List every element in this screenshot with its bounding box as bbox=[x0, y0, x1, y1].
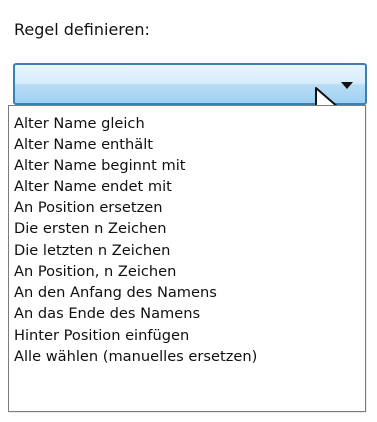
rule-option[interactable]: An Position ersetzen bbox=[9, 198, 365, 218]
rule-option[interactable]: Alter Name endet mit bbox=[9, 177, 365, 197]
rule-options-list: Alter Name gleich Alter Name enthält Alt… bbox=[8, 105, 366, 412]
chevron-down-icon[interactable] bbox=[341, 82, 353, 89]
rule-option[interactable]: Alter Name gleich bbox=[9, 114, 365, 134]
rule-option[interactable]: An den Anfang des Namens bbox=[9, 283, 365, 303]
rule-option[interactable]: Hinter Position einfügen bbox=[9, 326, 365, 346]
rule-select[interactable] bbox=[13, 63, 367, 105]
rule-option[interactable]: Die letzten n Zeichen bbox=[9, 241, 365, 261]
rule-option[interactable]: An das Ende des Namens bbox=[9, 304, 365, 324]
rule-option[interactable]: Die ersten n Zeichen bbox=[9, 219, 365, 239]
rule-definition-panel: Regel definieren: Alter Name gleich Alte… bbox=[0, 0, 377, 422]
rule-option[interactable]: An Position, n Zeichen bbox=[9, 262, 365, 282]
rule-option[interactable]: Alle wählen (manuelles ersetzen) bbox=[9, 347, 365, 367]
rule-option[interactable]: Alter Name enthält bbox=[9, 135, 365, 155]
rule-label: Regel definieren: bbox=[14, 20, 150, 39]
rule-option[interactable]: Alter Name beginnt mit bbox=[9, 156, 365, 176]
